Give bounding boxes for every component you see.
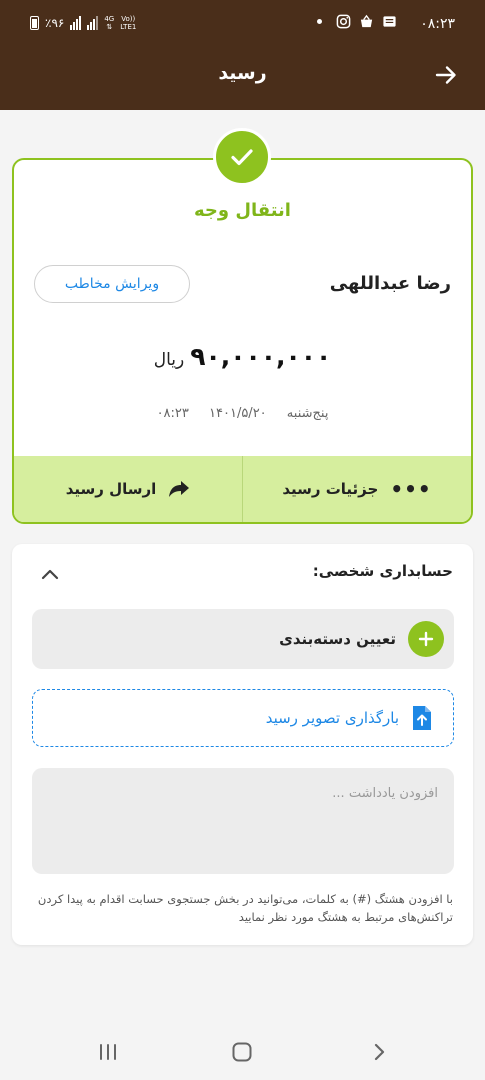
amount-value: ۹۰,۰۰۰,۰۰۰ xyxy=(190,342,332,371)
plus-icon xyxy=(408,621,444,657)
upload-receipt-label: بارگذاری تصویر رسید xyxy=(265,709,399,727)
system-icons: ٪۹۶ 4G ⇅ Vo)) LTE1 xyxy=(30,15,136,31)
instagram-icon xyxy=(336,14,351,29)
receipt-actions: ••• جزئیات رسید ارسال رسید xyxy=(14,456,471,522)
personal-accounting-card: حسابداری شخصی: تعیین دسته‌بندی بارگذاری … xyxy=(12,544,473,945)
back-button[interactable] xyxy=(431,60,461,90)
back-nav-button[interactable] xyxy=(367,1040,391,1064)
send-receipt-label: ارسال رسید xyxy=(65,480,157,498)
chevron-up-icon xyxy=(41,569,59,580)
notification-dot-icon xyxy=(317,19,322,24)
currency-label: ریال xyxy=(153,350,185,370)
send-receipt-button[interactable]: ارسال رسید xyxy=(14,456,243,522)
success-check-icon xyxy=(213,128,271,186)
home-button[interactable] xyxy=(230,1040,254,1064)
transaction-date: ۱۴۰۱/۵/۲۰ xyxy=(209,406,267,421)
signal-bars-2-icon xyxy=(87,16,99,30)
home-icon xyxy=(232,1042,252,1062)
status-time: ۰۸:۲۳ xyxy=(420,16,455,32)
recent-apps-icon xyxy=(100,1044,116,1060)
set-category-button[interactable]: تعیین دسته‌بندی xyxy=(32,609,454,669)
set-category-label: تعیین دسته‌بندی xyxy=(279,630,396,648)
system-navigation-bar xyxy=(0,1024,485,1080)
hashtag-hint: با افزودن هشتگ (#) به کلمات، می‌توانید د… xyxy=(37,892,453,924)
volte-indicator: Vo)) LTE1 xyxy=(120,15,137,31)
message-icon xyxy=(383,16,396,27)
signal-bars-1-icon xyxy=(70,16,82,30)
edit-contact-button[interactable]: ویرایش مخاطب xyxy=(34,265,190,303)
transaction-time: ۰۸:۲۳ xyxy=(156,406,189,421)
notification-icons xyxy=(317,14,397,29)
chevron-right-icon xyxy=(374,1043,385,1061)
app-header: ۰۸:۲۳ ٪۹۶ 4G ⇅ Vo)) LTE1 رسید xyxy=(0,0,485,110)
note-input[interactable] xyxy=(32,768,454,874)
weekday: پنج‌شنبه xyxy=(286,406,329,421)
contact-name: رضا عبداللهی xyxy=(329,273,451,294)
page-title: رسید xyxy=(218,62,267,84)
transaction-datetime: پنج‌شنبه ۱۴۰۱/۵/۲۰ ۰۸:۲۳ xyxy=(14,406,471,421)
receipt-card: انتقال وجه رضا عبداللهی ویرایش مخاطب ۹۰,… xyxy=(12,158,473,524)
receipt-details-button[interactable]: ••• جزئیات رسید xyxy=(243,456,471,522)
arrow-forward-icon xyxy=(435,66,456,84)
battery-percent: ٪۹۶ xyxy=(45,16,65,30)
collapse-button[interactable] xyxy=(36,560,64,588)
file-upload-icon xyxy=(413,706,431,730)
section-title: حسابداری شخصی: xyxy=(312,562,453,580)
shopping-basket-icon xyxy=(360,14,373,28)
network-type: 4G ⇅ xyxy=(104,15,115,31)
recent-apps-button[interactable] xyxy=(96,1040,120,1064)
battery-icon xyxy=(30,16,39,30)
status-bar: ۰۸:۲۳ ٪۹۶ 4G ⇅ Vo)) LTE1 xyxy=(0,0,485,50)
amount-row: ۹۰,۰۰۰,۰۰۰ریال xyxy=(14,342,471,371)
more-dots-icon: ••• xyxy=(390,477,432,501)
upload-receipt-image-button[interactable]: بارگذاری تصویر رسید xyxy=(32,689,454,747)
receipt-details-label: جزئیات رسید xyxy=(282,480,379,498)
share-arrow-icon xyxy=(169,481,190,497)
receipt-title: انتقال وجه xyxy=(194,200,291,221)
